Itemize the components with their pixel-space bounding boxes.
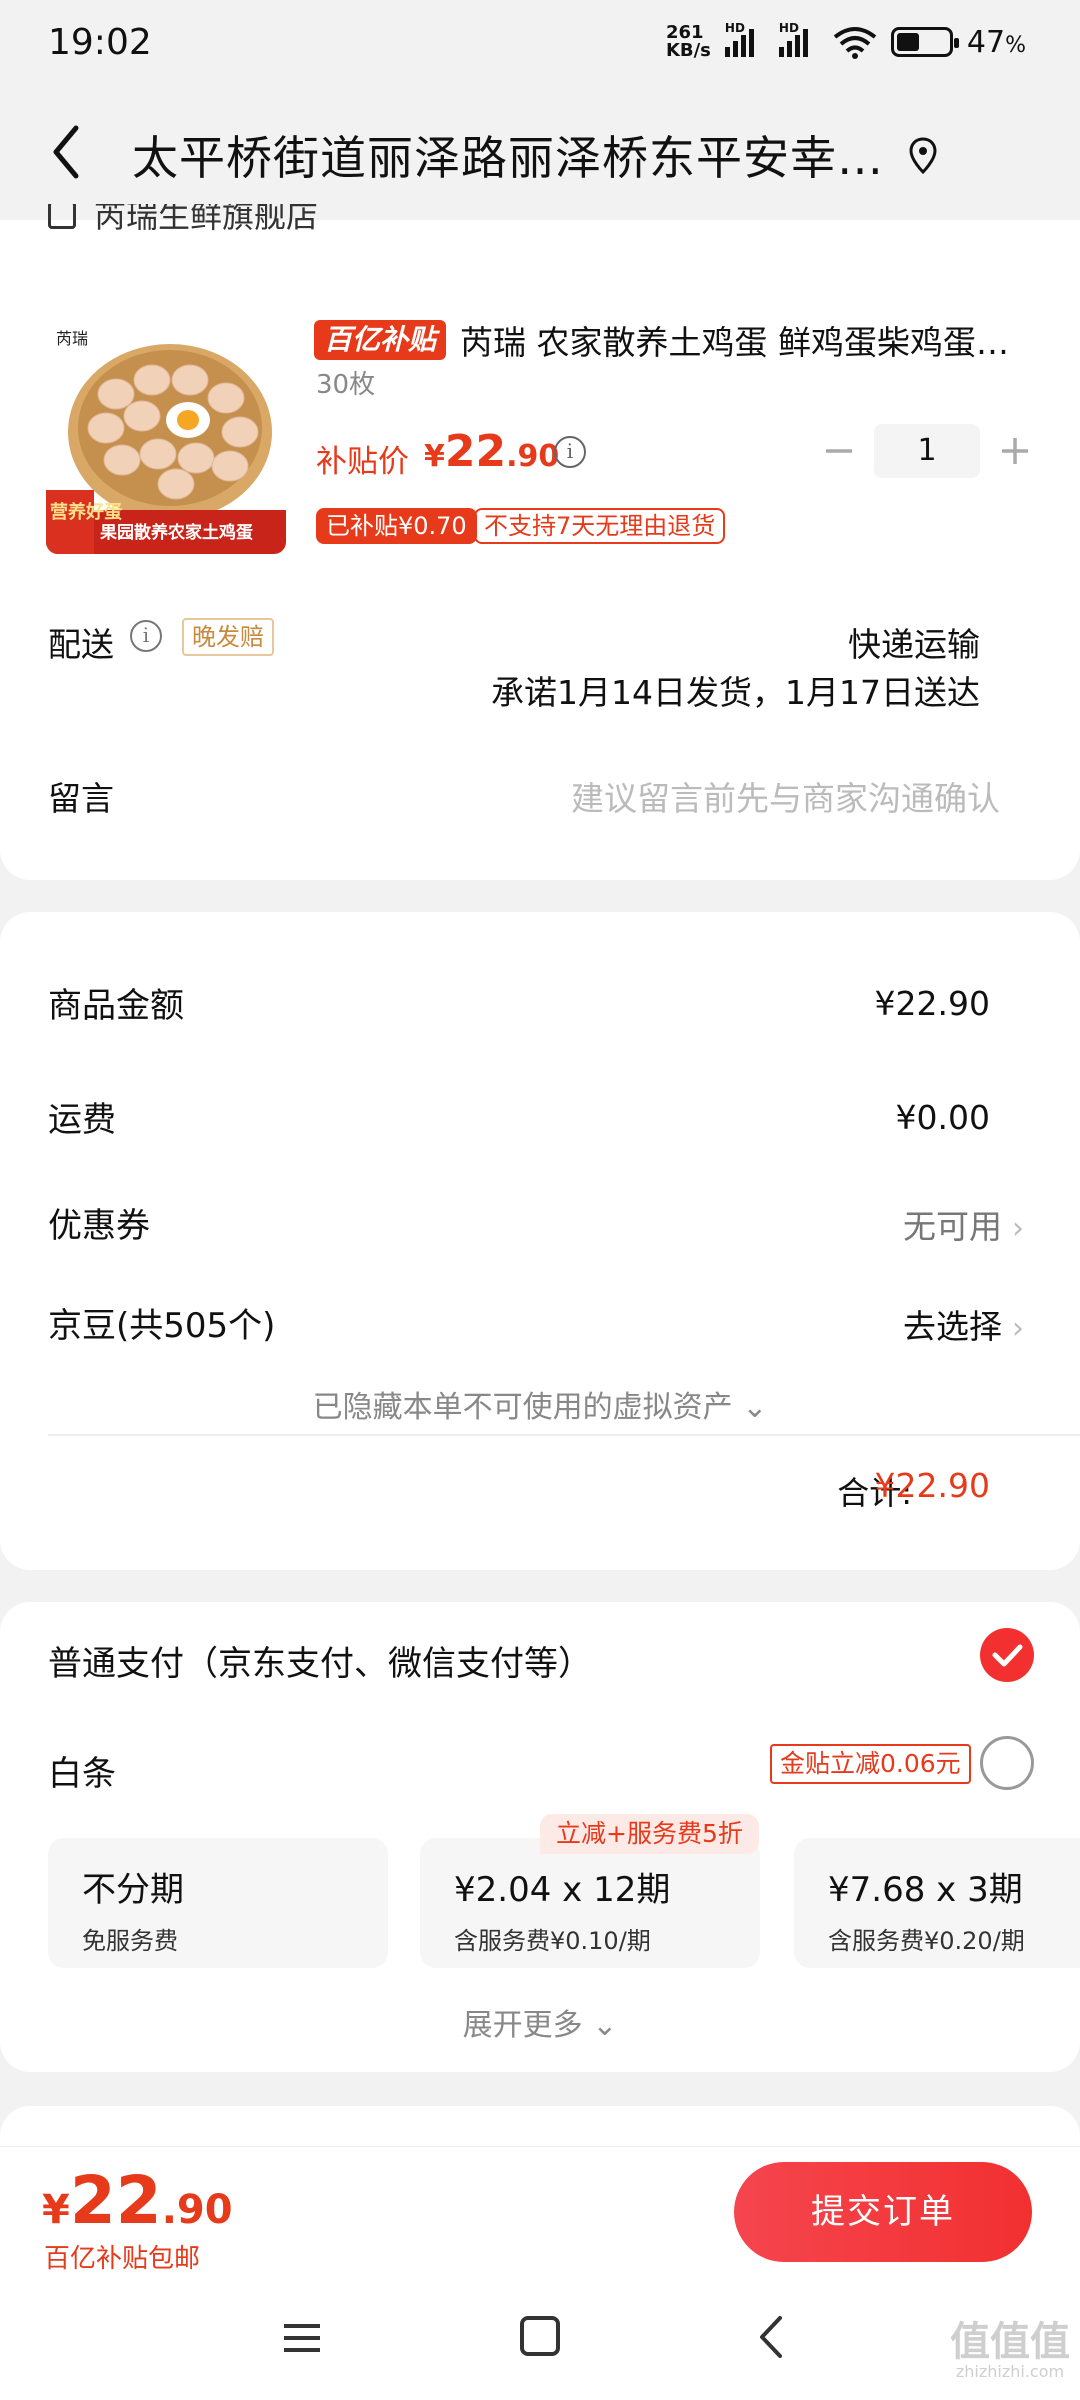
menu-icon[interactable] bbox=[282, 2318, 322, 2358]
late-compensation-tag[interactable]: 晚发赔 bbox=[182, 618, 274, 656]
network-speed: 261 KB/s bbox=[665, 22, 711, 61]
unchecked-radio[interactable] bbox=[980, 1736, 1034, 1790]
image-left-text: 营养好蛋 bbox=[50, 501, 122, 523]
status-time: 19:02 bbox=[48, 22, 152, 63]
checked-icon[interactable] bbox=[980, 1628, 1034, 1682]
address-title[interactable]: 太平桥街道丽泽路丽泽桥东平安幸… bbox=[132, 122, 892, 188]
no-return-tag: 不支持7天无理由退货 bbox=[474, 508, 726, 544]
watermark: 值值值 zhizhizhi.com bbox=[950, 2319, 1070, 2381]
shipping-value: ¥0.00 bbox=[895, 1098, 990, 1137]
coupon-label: 优惠券 bbox=[48, 1206, 150, 1246]
signal-icon: HD bbox=[724, 21, 765, 57]
billion-subsidy-badge: 百亿补贴 bbox=[314, 320, 447, 360]
installment-plan-3[interactable]: ¥7.68 x 3期 含服务费¥0.20/期 bbox=[794, 1838, 1080, 1968]
delivery-label: 配送 bbox=[48, 625, 114, 664]
product-title[interactable]: 芮瑞 农家散养土鸡蛋 鲜鸡蛋柴鸡蛋… bbox=[460, 316, 1030, 364]
coupon-selector[interactable]: 无可用 › bbox=[903, 1200, 1024, 1248]
baitiao-coupon-tag: 金贴立减0.06元 bbox=[770, 1744, 971, 1784]
chevron-down-icon: ⌄ bbox=[582, 2008, 618, 2043]
goods-amount-value: ¥22.90 bbox=[874, 984, 990, 1023]
image-brand-text: 芮瑞 bbox=[56, 329, 88, 348]
divider bbox=[48, 1434, 1080, 1436]
free-shipping-text: 百亿补贴包邮 bbox=[44, 2244, 201, 2274]
jingdou-label: 京豆(共505个) bbox=[48, 1306, 276, 1346]
battery-level: 47% bbox=[966, 24, 1026, 60]
back-icon[interactable] bbox=[44, 120, 92, 184]
note-input[interactable]: 建议留言前先与商家沟通确认 bbox=[571, 772, 1000, 820]
minus-icon[interactable] bbox=[822, 434, 856, 468]
hidden-assets-toggle[interactable]: 已隐藏本单不可使用的虚拟资产 ⌄ bbox=[0, 1382, 1080, 1426]
wifi-icon bbox=[833, 27, 877, 59]
baitiao-option[interactable]: 白条 bbox=[48, 1746, 116, 1795]
shop-name: 芮瑞生鲜旗舰店 bbox=[94, 204, 319, 235]
promo-bubble: 立减+服务费5折 bbox=[540, 1814, 759, 1854]
subsidy-price-label: 补贴价 bbox=[316, 444, 409, 480]
signal-icon-2: HD bbox=[778, 21, 819, 57]
jingdou-selector[interactable]: 去选择 › bbox=[903, 1300, 1024, 1348]
product-image[interactable]: 芮瑞 营养好蛋 果园散养农家土鸡蛋 bbox=[46, 314, 286, 554]
normal-payment-option[interactable]: 普通支付（京东支付、微信支付等） bbox=[48, 1636, 592, 1685]
delivery-method[interactable]: 快递运输 bbox=[848, 618, 980, 666]
home-icon[interactable] bbox=[520, 2316, 560, 2356]
coupon-value: 无可用 bbox=[903, 1207, 1002, 1246]
submit-order-button[interactable]: 提交订单 bbox=[734, 2162, 1032, 2262]
quantity-input[interactable]: 1 bbox=[874, 424, 980, 478]
location-pin-icon[interactable] bbox=[908, 136, 938, 176]
chevron-down-icon: ⌄ bbox=[732, 1390, 768, 1425]
jingdou-value: 去选择 bbox=[903, 1307, 1002, 1346]
product-spec: 30枚 bbox=[316, 370, 376, 400]
goods-amount-label: 商品金额 bbox=[48, 986, 184, 1026]
plus-icon[interactable] bbox=[998, 434, 1032, 468]
image-banner-text: 果园散养农家土鸡蛋 bbox=[100, 522, 253, 543]
bottom-total-price: ¥22.90 bbox=[42, 2162, 233, 2239]
shop-row[interactable]: 芮瑞生鲜旗舰店 bbox=[48, 204, 318, 240]
chevron-right-icon: › bbox=[1012, 1311, 1024, 1346]
shop-icon bbox=[48, 204, 76, 229]
subsidy-amount-tag: 已补贴¥0.70 bbox=[316, 508, 477, 544]
note-label: 留言 bbox=[48, 779, 114, 818]
expand-more-button[interactable]: 展开更多 ⌄ bbox=[0, 2000, 1080, 2044]
product-price: ¥22.90 bbox=[424, 426, 560, 477]
shipping-label: 运费 bbox=[48, 1100, 116, 1140]
delivery-info-icon[interactable]: i bbox=[130, 620, 162, 652]
status-icons: 261 KB/s HD HD 47% bbox=[665, 21, 1026, 61]
total-value: ¥22.90 bbox=[874, 1466, 990, 1505]
delivery-promise: 承诺1月14日发货，1月17日送达 bbox=[491, 673, 980, 712]
price-info-icon[interactable]: i bbox=[554, 436, 586, 468]
installment-plan-12[interactable]: ¥2.04 x 12期 含服务费¥0.10/期 bbox=[420, 1838, 760, 1968]
battery-icon bbox=[890, 27, 959, 57]
chevron-right-icon: › bbox=[1012, 1211, 1024, 1246]
installment-plan-1[interactable]: 不分期 免服务费 bbox=[48, 1838, 388, 1968]
nav-back-icon[interactable] bbox=[756, 2314, 786, 2360]
